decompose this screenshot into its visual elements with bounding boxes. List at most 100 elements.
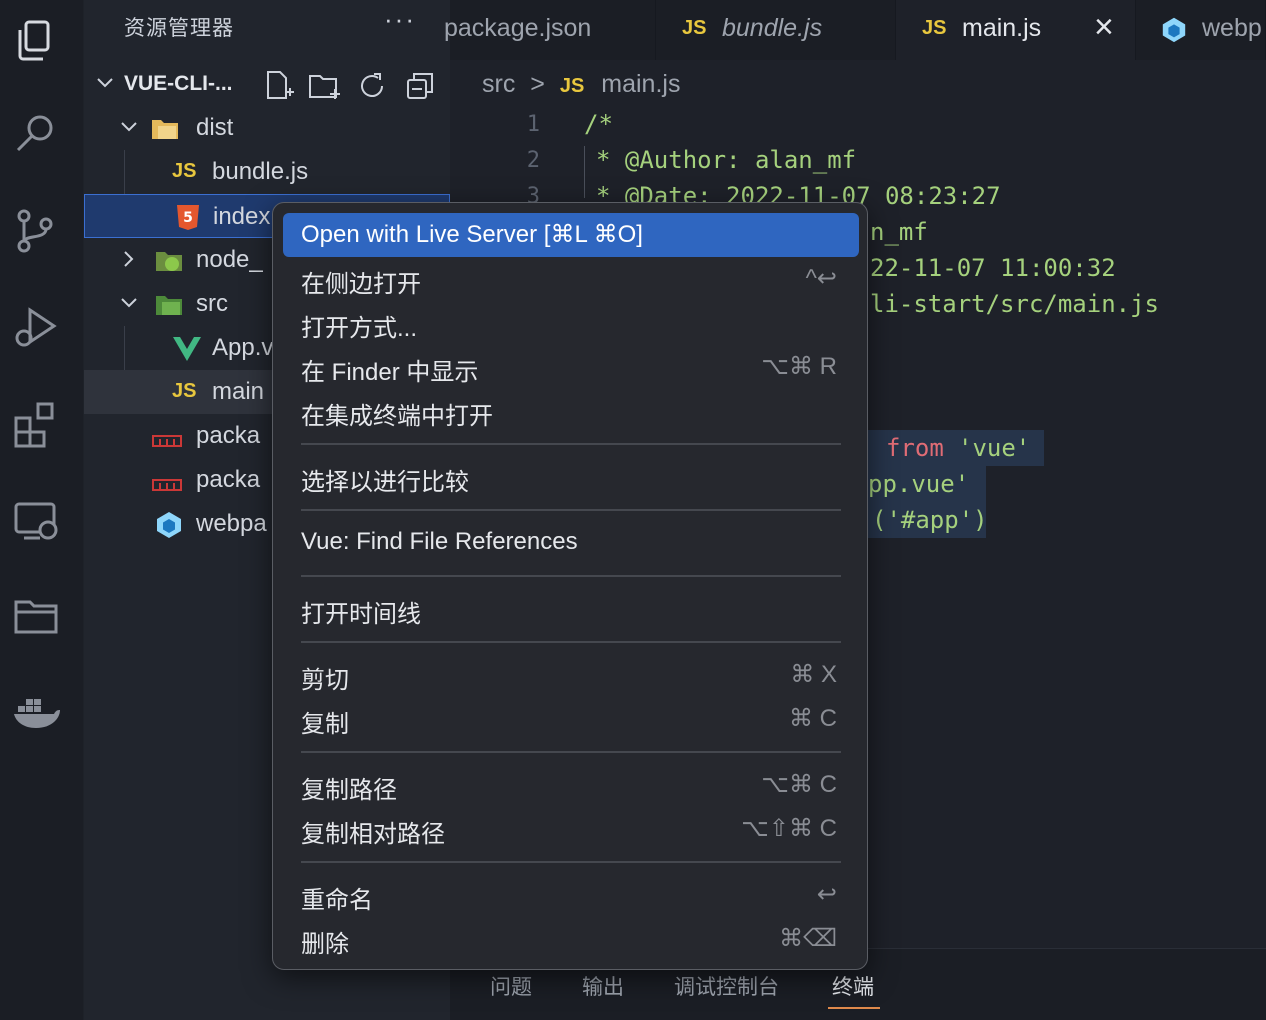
chevron-down-icon xyxy=(121,298,137,308)
search-icon[interactable] xyxy=(8,106,64,162)
webpack-file-icon xyxy=(157,512,181,538)
breadcrumb-file[interactable]: main.js xyxy=(601,70,680,98)
workspace-root[interactable]: VUE-CLI-... xyxy=(84,62,450,106)
breadcrumb-folder[interactable]: src xyxy=(482,70,515,98)
menu-separator xyxy=(301,751,841,753)
tree-item-label: src xyxy=(196,290,228,317)
npm-file-icon xyxy=(152,479,182,491)
menu-item-delete[interactable]: 删除 ⌘⌫ xyxy=(283,917,859,961)
menu-item-label: 打开时间线 xyxy=(301,601,421,628)
tab-bundle-js[interactable]: JS bundle.js xyxy=(656,0,896,60)
js-file-icon: JS xyxy=(172,380,197,402)
menu-item-shortcut: ↩ xyxy=(816,881,837,908)
tab-debug-console[interactable]: 调试控制台 xyxy=(674,971,779,1001)
vue-file-icon xyxy=(173,337,201,361)
explorer-title: 资源管理器 xyxy=(124,17,234,40)
menu-item-open-timeline[interactable]: 打开时间线 xyxy=(283,587,859,631)
refresh-icon[interactable] xyxy=(354,68,390,104)
menu-separator xyxy=(301,575,841,577)
more-actions-button[interactable]: ··· xyxy=(384,4,416,35)
chevron-right-icon xyxy=(124,251,134,267)
menu-separator xyxy=(301,509,841,511)
workspace-root-label: VUE-CLI-... xyxy=(124,72,233,95)
menu-item-copy[interactable]: 复制 ⌘ C xyxy=(283,697,859,741)
new-file-icon[interactable] xyxy=(260,68,296,104)
js-file-icon: JS xyxy=(172,160,197,182)
menu-item-shortcut: ⌘⌫ xyxy=(779,925,837,952)
folder-icon[interactable] xyxy=(8,588,64,644)
tree-item-label: node_ xyxy=(196,246,263,273)
explorer-files-icon[interactable] xyxy=(8,12,64,68)
tree-item-label: App.v xyxy=(212,334,274,361)
menu-item-open-in-terminal[interactable]: 在集成终端中打开 xyxy=(283,389,859,433)
menu-item-open-with[interactable]: 打开方式... xyxy=(283,301,859,345)
tab-output[interactable]: 输出 xyxy=(582,971,624,1001)
breadcrumb: src > JS main.js xyxy=(482,70,680,99)
tree-item-label: packa xyxy=(196,422,261,449)
code-line: 22-11-07 11:00:32 xyxy=(870,254,1116,282)
line-number: 1 xyxy=(526,112,540,137)
menu-item-label: Vue: Find File References xyxy=(301,528,578,555)
tree-item-label: main xyxy=(212,378,265,405)
code-line: /* xyxy=(584,110,613,138)
js-file-icon: JS xyxy=(559,75,585,97)
menu-item-copy-relative-path[interactable]: 复制相对路径 ⌥⇧⌘ C xyxy=(283,807,859,851)
active-tab-indicator xyxy=(828,1007,880,1009)
run-debug-icon[interactable] xyxy=(8,300,64,356)
tab-problems[interactable]: 问题 xyxy=(490,971,532,1001)
menu-item-label: 重命名 xyxy=(301,887,373,914)
tab-package-json[interactable]: package.json xyxy=(444,0,656,60)
tab-label: bundle.js xyxy=(722,14,823,42)
code-string: ('#app') xyxy=(872,506,988,534)
menu-item-shortcut: ^↩ xyxy=(805,265,837,292)
context-menu: Open with Live Server [⌘L ⌘O] 在侧边打开 ^↩ 打… xyxy=(272,202,868,970)
code-keyword: from xyxy=(886,434,944,462)
html5-file-icon: 5 xyxy=(177,205,199,230)
menu-item-select-for-compare[interactable]: 选择以进行比较 xyxy=(283,455,859,499)
chevron-down-icon xyxy=(121,122,137,132)
menu-item-shortcut: ⌘ C xyxy=(789,705,837,732)
menu-item-open-to-side[interactable]: 在侧边打开 ^↩ xyxy=(283,257,859,301)
folder-node-icon xyxy=(156,252,182,271)
menu-item-cut[interactable]: 剪切 ⌘ X xyxy=(283,653,859,697)
js-file-icon: JS xyxy=(682,17,707,39)
menu-item-vue-find-references[interactable]: Vue: Find File References xyxy=(283,521,859,565)
menu-item-label: 复制相对路径 xyxy=(301,821,445,848)
menu-separator xyxy=(301,443,841,445)
line-number: 2 xyxy=(526,148,540,173)
breadcrumb-separator: > xyxy=(530,70,545,98)
code-line: li-start/src/main.js xyxy=(870,290,1159,318)
collapse-all-icon[interactable] xyxy=(402,68,438,104)
tree-item-label: packa xyxy=(196,466,261,493)
menu-item-shortcut: ⌥⇧⌘ C xyxy=(741,815,837,842)
source-control-icon[interactable] xyxy=(8,204,64,260)
menu-item-shortcut: ⌘ X xyxy=(790,661,837,688)
menu-item-rename[interactable]: 重命名 ↩ xyxy=(283,873,859,917)
editor-tabs: package.json JS bundle.js JS main.js × w… xyxy=(444,0,1266,60)
remote-explorer-icon[interactable] xyxy=(8,494,64,550)
svg-text:5: 5 xyxy=(183,210,193,226)
tree-item-bundle-js[interactable]: JS bundle.js xyxy=(84,150,450,194)
webpack-file-icon xyxy=(1162,17,1186,43)
menu-item-open-live-server[interactable]: Open with Live Server [⌘L ⌘O] xyxy=(283,213,859,257)
tab-main-js[interactable]: JS main.js × xyxy=(896,0,1136,60)
menu-item-copy-path[interactable]: 复制路径 ⌥⌘ C xyxy=(283,763,859,807)
new-folder-icon[interactable] xyxy=(306,68,342,104)
tree-item-label: index xyxy=(213,203,271,230)
tab-label: package.json xyxy=(444,14,592,42)
npm-file-icon xyxy=(152,435,182,447)
tree-item-label: webpa xyxy=(196,510,267,537)
menu-item-label: 选择以进行比较 xyxy=(301,469,469,496)
menu-separator xyxy=(301,861,841,863)
close-icon[interactable]: × xyxy=(1094,8,1114,47)
menu-item-reveal-in-finder[interactable]: 在 Finder 中显示 ⌥⌘ R xyxy=(283,345,859,389)
tree-item-label: dist xyxy=(196,114,234,141)
tab-webpack[interactable]: webp xyxy=(1136,0,1266,60)
extensions-icon[interactable] xyxy=(8,396,64,452)
tab-label: main.js xyxy=(962,14,1042,42)
tab-terminal[interactable]: 终端 xyxy=(832,971,874,1001)
docker-icon[interactable] xyxy=(8,686,64,742)
js-file-icon: JS xyxy=(922,17,947,39)
tree-item-dist[interactable]: dist xyxy=(84,106,450,150)
menu-separator xyxy=(301,641,841,643)
